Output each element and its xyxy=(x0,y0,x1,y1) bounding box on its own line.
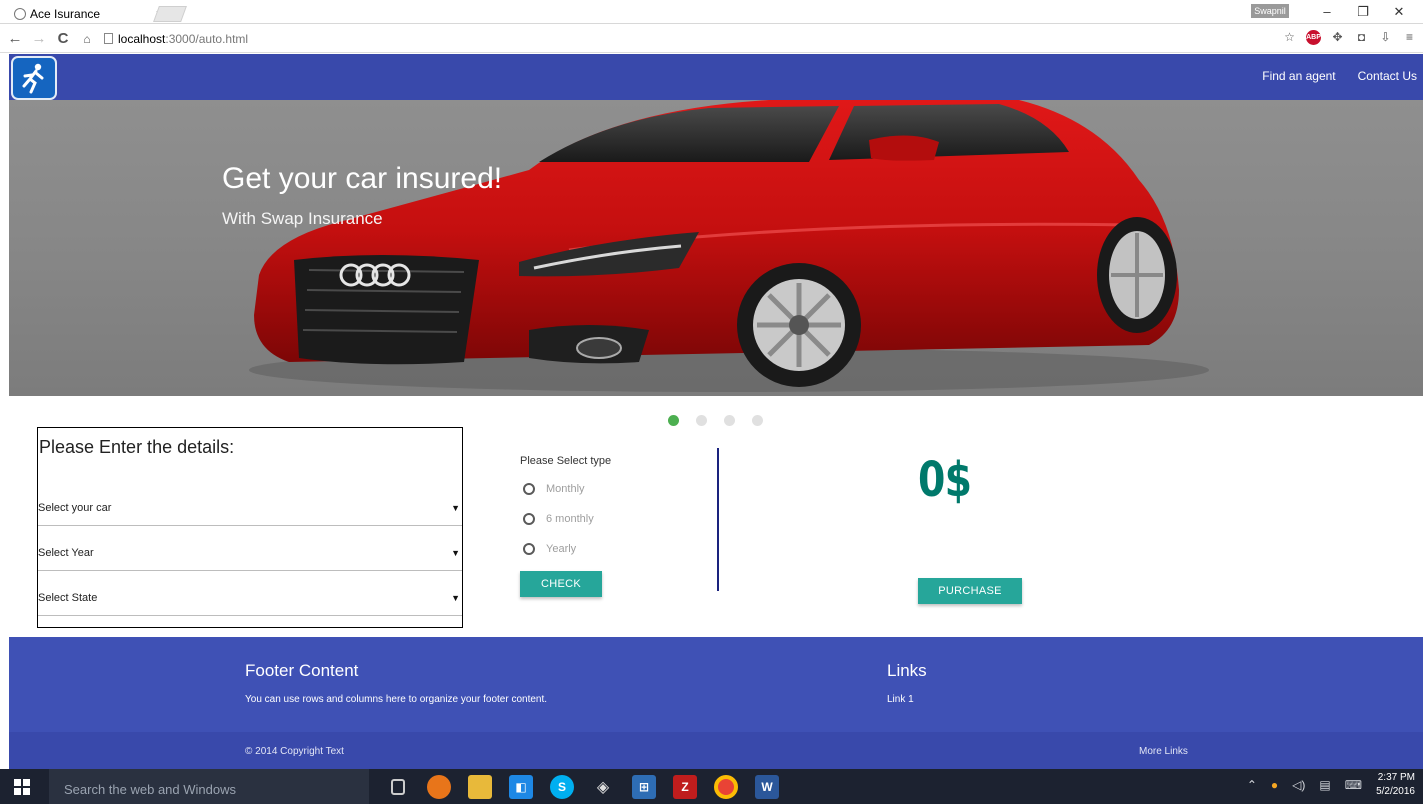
state-select[interactable]: Select State ▼ xyxy=(38,572,462,616)
check-button[interactable]: CHECK xyxy=(520,571,602,597)
car-select-label: Select your car xyxy=(38,502,112,514)
close-window-icon[interactable]: ✕ xyxy=(1385,4,1413,20)
dropdown-caret-icon: ▼ xyxy=(451,593,460,603)
minimize-icon[interactable]: – xyxy=(1313,4,1341,19)
radio-monthly[interactable]: Monthly xyxy=(523,483,585,495)
year-select[interactable]: Select Year ▼ xyxy=(38,527,462,571)
slider-dot[interactable] xyxy=(696,415,707,426)
extensions-area: ☆ ABP ✥ ◘ ⇩ ≡ xyxy=(1282,30,1417,45)
restore-icon[interactable]: ❐ xyxy=(1349,4,1377,20)
browser-tab[interactable]: Ace Isurance × xyxy=(6,4,166,24)
radio-label: Monthly xyxy=(546,483,585,495)
nav-find-agent-link[interactable]: Find an agent xyxy=(1262,69,1335,83)
taskbar-search-placeholder: Search the web and Windows xyxy=(64,782,236,797)
filezilla-icon[interactable]: Z xyxy=(673,775,697,799)
browser-toolbar: ← → C ⌂ localhost:3000/auto.html ☆ ABP ✥… xyxy=(0,25,1423,53)
virtualbox-icon[interactable]: ◈ xyxy=(591,775,615,799)
skype-icon[interactable]: S xyxy=(550,775,574,799)
clock-time: 2:37 PM xyxy=(1377,772,1415,783)
dropdown-caret-icon: ▼ xyxy=(451,503,460,513)
network-icon[interactable]: ⊞ xyxy=(632,775,656,799)
chrome-icon[interactable] xyxy=(714,775,738,799)
footer-text: You can use rows and columns here to org… xyxy=(245,694,548,705)
radio-circle-icon xyxy=(523,483,535,495)
page-footer: Footer Content You can use rows and colu… xyxy=(9,637,1423,732)
forward-icon[interactable]: → xyxy=(30,30,48,47)
plan-type-label: Please Select type xyxy=(520,455,612,467)
url-host: localhost xyxy=(118,31,166,46)
taskbar-apps: ◧ S ◈ ⊞ Z W xyxy=(386,775,779,799)
menu-icon[interactable]: ≡ xyxy=(1402,30,1417,45)
file-explorer-icon[interactable] xyxy=(468,775,492,799)
bookmark-star-icon[interactable]: ☆ xyxy=(1282,30,1297,45)
radio-6-monthly[interactable]: 6 monthly xyxy=(523,513,594,525)
taskbar-clock[interactable]: 2:37 PM 5/2/2016 xyxy=(1376,771,1415,799)
footer-link-1[interactable]: Link 1 xyxy=(887,694,914,705)
hero-title: Get your car insured! xyxy=(222,162,503,195)
firefox-icon[interactable] xyxy=(427,775,451,799)
radio-label: Yearly xyxy=(546,543,577,555)
chevron-up-icon[interactable]: ⌃ xyxy=(1247,778,1257,792)
adblock-icon[interactable]: ABP xyxy=(1306,30,1321,45)
browser-tab-strip: Ace Isurance × Swapnil – ❐ ✕ xyxy=(0,0,1423,24)
radio-yearly[interactable]: Yearly xyxy=(523,543,576,555)
extension-download-icon[interactable]: ⇩ xyxy=(1378,30,1393,45)
keyboard-icon[interactable]: ⌨ xyxy=(1345,778,1362,792)
radio-circle-icon xyxy=(523,513,535,525)
dropdown-caret-icon: ▼ xyxy=(451,548,460,558)
runner-logo-icon[interactable] xyxy=(11,56,57,100)
radio-circle-icon xyxy=(523,543,535,555)
new-tab-button[interactable] xyxy=(153,6,187,22)
footer-copyright-bar: © 2014 Copyright Text More Links xyxy=(9,732,1423,769)
volume-icon[interactable]: ◁) xyxy=(1292,778,1305,792)
slider-dot[interactable] xyxy=(668,415,679,426)
windows-start-icon[interactable] xyxy=(14,779,30,795)
back-icon[interactable]: ← xyxy=(6,30,24,47)
page-favicon-icon xyxy=(14,8,26,20)
footer-links-heading: Links xyxy=(887,661,927,680)
store-icon[interactable]: ◧ xyxy=(509,775,533,799)
extension-square-icon[interactable]: ◘ xyxy=(1354,30,1369,45)
taskbar-search-input[interactable]: Search the web and Windows xyxy=(49,769,369,804)
system-tray: ⌃ ● ◁) ▤ ⌨ 2:37 PM 5/2/2016 xyxy=(1247,771,1415,799)
word-icon[interactable]: W xyxy=(755,775,779,799)
hero-subtitle: With Swap Insurance xyxy=(222,209,383,228)
home-icon[interactable]: ⌂ xyxy=(78,32,96,46)
site-navbar: Find an agent Contact Us xyxy=(9,54,1423,100)
copyright-text: © 2014 Copyright Text xyxy=(245,746,344,757)
purchase-button[interactable]: PURCHASE xyxy=(918,578,1022,604)
vertical-divider xyxy=(717,448,719,591)
windows-taskbar: Search the web and Windows ◧ S ◈ ⊞ Z W ⌃… xyxy=(0,769,1423,804)
red-car-image xyxy=(249,100,1209,392)
state-select-label: Select State xyxy=(38,592,98,604)
price-display: 0$ xyxy=(918,452,972,508)
nav-contact-link[interactable]: Contact Us xyxy=(1358,69,1417,83)
url-field[interactable]: localhost:3000/auto.html xyxy=(104,32,248,46)
slider-indicators xyxy=(668,415,763,426)
notifications-icon[interactable]: ▤ xyxy=(1319,778,1330,792)
plan-type-panel: Please Select type Monthly 6 monthly Yea… xyxy=(520,455,720,597)
radio-label: 6 monthly xyxy=(546,513,594,525)
nav-links: Find an agent Contact Us xyxy=(1262,69,1417,83)
details-form: Please Enter the details: Select your ca… xyxy=(37,427,463,628)
hero-slider: Get your car insured! With Swap Insuranc… xyxy=(9,100,1423,396)
year-select-label: Select Year xyxy=(38,547,94,559)
more-links-link[interactable]: More Links xyxy=(1139,746,1188,757)
tab-title: Ace Isurance xyxy=(30,7,101,21)
profile-badge[interactable]: Swapnil xyxy=(1251,4,1289,18)
task-view-icon[interactable] xyxy=(391,779,405,795)
tray-app-icon[interactable]: ● xyxy=(1271,778,1278,792)
url-path: :3000/auto.html xyxy=(165,31,249,46)
footer-heading: Footer Content xyxy=(245,661,359,680)
car-select[interactable]: Select your car ▼ xyxy=(38,482,462,526)
slider-dot[interactable] xyxy=(724,415,735,426)
clock-date: 5/2/2016 xyxy=(1376,786,1415,797)
extension-gear-icon[interactable]: ✥ xyxy=(1330,30,1345,45)
details-form-title: Please Enter the details: xyxy=(39,437,235,457)
reload-icon[interactable]: C xyxy=(54,30,72,47)
page-icon xyxy=(104,33,113,44)
slider-dot[interactable] xyxy=(752,415,763,426)
